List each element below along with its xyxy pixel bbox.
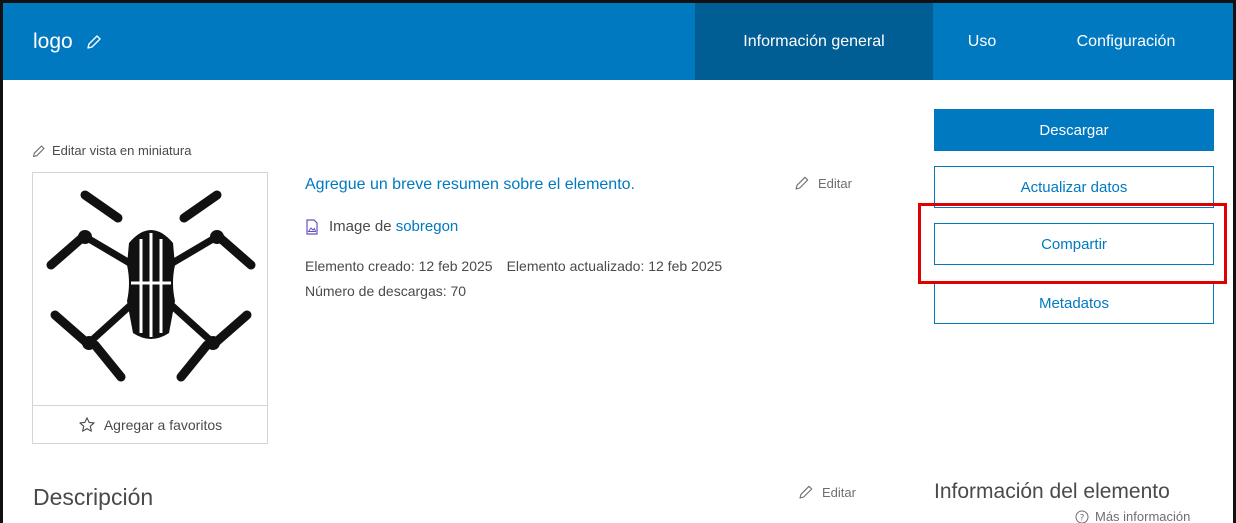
description-heading: Descripción <box>33 484 154 510</box>
svg-text:?: ? <box>1080 513 1085 523</box>
star-icon <box>79 416 95 432</box>
owner-link[interactable]: sobregon <box>396 218 459 235</box>
item-type-text: Image de <box>329 218 392 235</box>
metadata-button[interactable]: Metadatos <box>934 282 1214 324</box>
item-info-heading: Información del elemento <box>934 480 1170 503</box>
tab-overview[interactable]: Información general <box>695 3 933 80</box>
edit-description-label: Editar <box>822 484 856 500</box>
updated-date: Elemento actualizado: 12 feb 2025 <box>506 258 723 274</box>
download-count: Número de descargas: 70 <box>305 283 467 299</box>
pencil-icon <box>795 176 809 190</box>
more-info-link[interactable]: ? Más información <box>1075 509 1190 523</box>
edit-description-link[interactable]: Editar <box>798 484 856 500</box>
item-type-line: Image de sobregon <box>305 218 458 235</box>
item-dates: Elemento creado: 12 feb 2025 Elemento act… <box>305 258 722 274</box>
help-icon: ? <box>1075 510 1089 523</box>
tab-usage[interactable]: Uso <box>933 3 1031 80</box>
download-button[interactable]: Descargar <box>934 109 1214 151</box>
update-data-button[interactable]: Actualizar datos <box>934 166 1214 208</box>
add-to-favorites-button[interactable]: Agregar a favoritos <box>32 406 268 444</box>
item-thumbnail <box>32 172 268 406</box>
tab-settings[interactable]: Configuración <box>1031 3 1221 80</box>
edit-thumbnail-link[interactable]: Editar vista en miniatura <box>32 143 191 158</box>
created-date: Elemento creado: 12 feb 2025 <box>305 258 493 274</box>
edit-summary-label: Editar <box>818 175 852 191</box>
item-header: logo Información general Uso Configuraci… <box>3 3 1233 80</box>
summary-link[interactable]: Agregue un breve resumen sobre el elemen… <box>305 176 635 194</box>
drone-image <box>46 190 256 382</box>
item-title-group: logo <box>33 30 103 54</box>
edit-thumbnail-label: Editar vista en miniatura <box>52 143 192 158</box>
more-info-label: Más información <box>1095 509 1191 523</box>
edit-summary-link[interactable]: Editar <box>794 175 852 191</box>
image-file-icon <box>306 218 318 235</box>
edit-title-icon[interactable] <box>85 33 103 51</box>
pencil-icon <box>32 144 45 157</box>
pencil-icon <box>799 485 813 499</box>
item-title: logo <box>33 30 73 53</box>
share-button[interactable]: Compartir <box>934 223 1214 265</box>
favorites-label: Agregar a favoritos <box>103 416 223 433</box>
